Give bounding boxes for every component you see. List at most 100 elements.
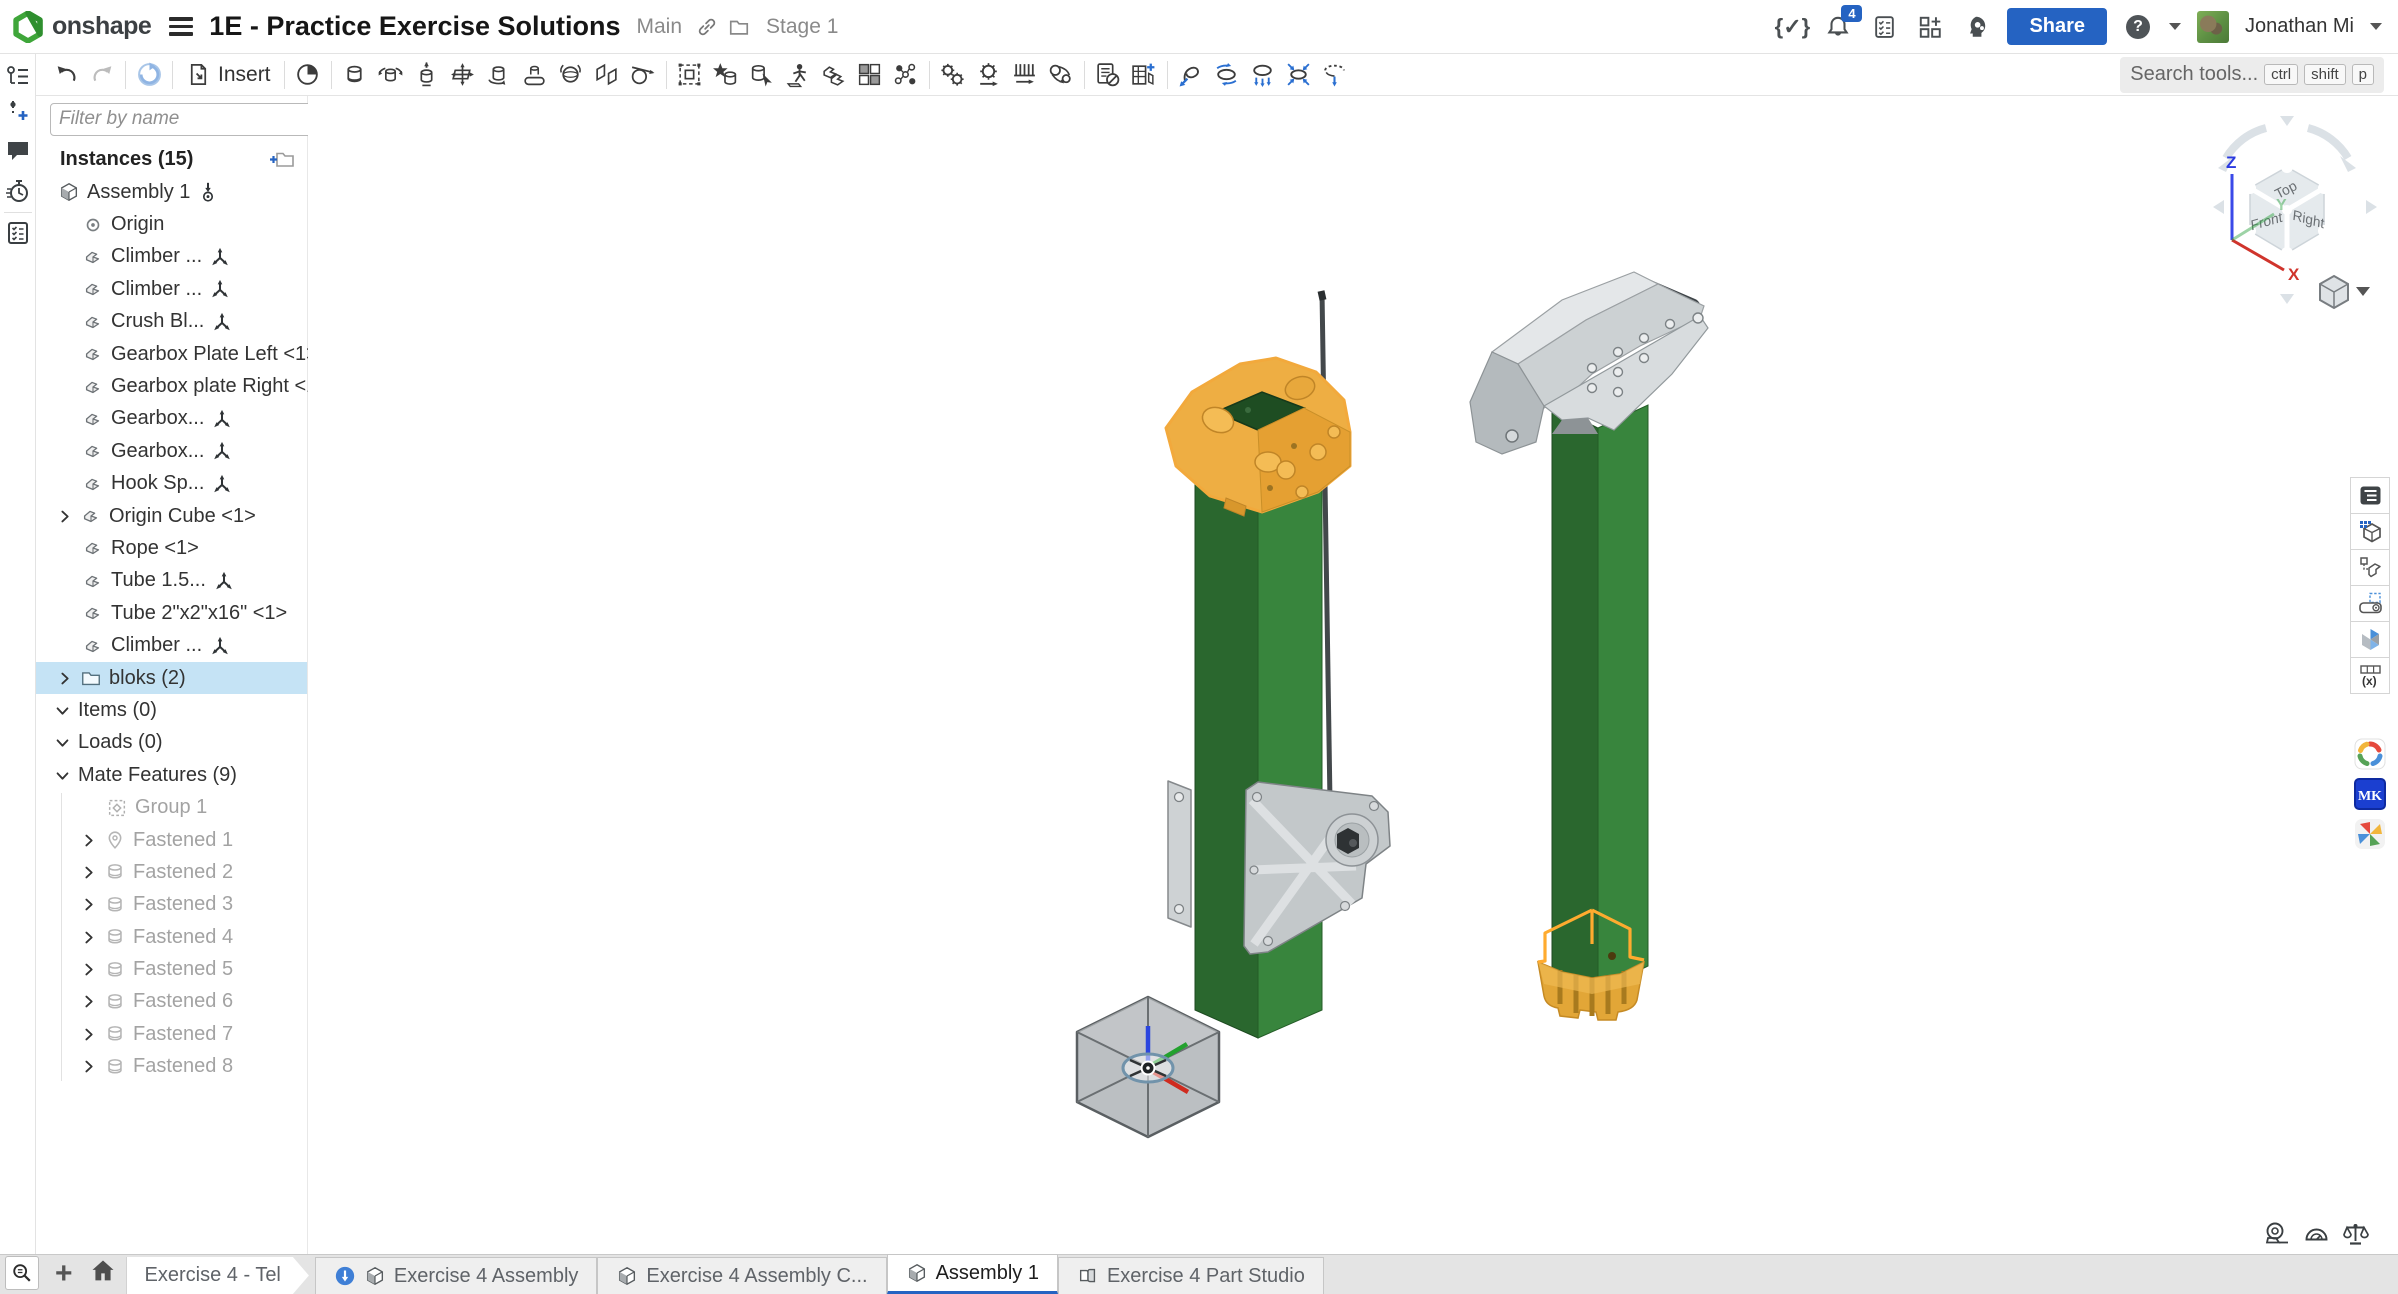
mate-feature-fastened-6[interactable]: Fastened 6 — [36, 986, 307, 1018]
protractor-icon[interactable] — [2303, 1220, 2330, 1247]
sheet-metal-panel-button[interactable] — [2350, 585, 2390, 622]
tab-assembly-1[interactable]: Assembly 1 — [887, 1254, 1058, 1294]
expand-chevron-icon[interactable] — [80, 961, 97, 978]
expand-chevron-icon[interactable] — [56, 670, 73, 687]
view-cube[interactable]: Top Front Right Z X Y — [2210, 110, 2380, 310]
slider-mate-icon[interactable] — [409, 58, 445, 92]
gear-relation-icon[interactable] — [935, 58, 971, 92]
tree-item-bloks-folder[interactable]: bloks (2) — [36, 662, 307, 694]
graphics-viewport[interactable]: Top Front Right Z X Y — [308, 96, 2398, 1254]
bom-table-icon[interactable] — [1126, 58, 1162, 92]
gearbox-plate-left[interactable] — [1168, 781, 1191, 927]
project-down-icon[interactable] — [1245, 58, 1281, 92]
planar-mate-icon[interactable] — [445, 58, 481, 92]
belt-relation-icon[interactable] — [1043, 58, 1079, 92]
app-pinwheel-panel-button[interactable] — [2350, 621, 2390, 658]
user-dropdown-caret[interactable] — [2370, 23, 2382, 30]
expand-chevron-icon[interactable] — [56, 508, 73, 525]
structure-tree-icon[interactable] — [5, 64, 31, 90]
onshape-logo[interactable]: onshape — [0, 11, 151, 43]
tape-measure-icon[interactable] — [2264, 1220, 2291, 1247]
search-tools[interactable]: Search tools... ctrl shift p — [2120, 57, 2384, 93]
mate-values-icon[interactable] — [708, 58, 744, 92]
snap-mode-icon[interactable] — [744, 58, 780, 92]
expand-chevron-icon[interactable] — [80, 864, 97, 881]
version-folder-icon[interactable] — [728, 16, 750, 38]
mate-feature-fastened-8[interactable]: Fastened 8 — [36, 1051, 307, 1083]
tree-item-gearbox-plate-right[interactable]: Gearbox plate Right <1> — [36, 370, 307, 402]
mate-feature-fastened-1[interactable]: Fastened 1 — [36, 824, 307, 856]
tree-item-hook[interactable]: Hook Sp... — [36, 468, 307, 500]
mass-properties-icon[interactable] — [2342, 1220, 2369, 1247]
mate-feature-fastened-2[interactable]: Fastened 2 — [36, 856, 307, 888]
feature-list-panel-button[interactable] — [2350, 477, 2390, 514]
mate-feature-group-1[interactable]: Group 1 — [36, 791, 307, 823]
pin-slot-mate-icon[interactable] — [517, 58, 553, 92]
add-subassembly-icon[interactable] — [269, 147, 295, 171]
tangent-mate-icon[interactable] — [625, 58, 661, 92]
section-mate-features[interactable]: Mate Features (9) — [36, 759, 307, 791]
tree-item-tube-2x2[interactable]: Tube 2"x2"x16" <1> — [36, 597, 307, 629]
tree-item-origin[interactable]: Origin — [36, 208, 307, 240]
view-mode-cube-icon[interactable] — [2320, 276, 2370, 308]
pattern-icon[interactable] — [852, 58, 888, 92]
hook[interactable] — [1470, 272, 1708, 454]
tree-item-tube-15[interactable]: Tube 1.5... — [36, 565, 307, 597]
tree-item-gearbox-plate-left[interactable]: Gearbox Plate Left <1> — [36, 338, 307, 370]
learning-center-icon[interactable] — [1961, 12, 1991, 42]
update-icon[interactable] — [131, 58, 167, 92]
tree-item-gearbox-1[interactable]: Gearbox... — [36, 403, 307, 435]
version-label[interactable]: Stage 1 — [766, 15, 838, 39]
app-icon-1[interactable] — [2350, 734, 2390, 774]
cylindrical-mate-icon[interactable] — [481, 58, 517, 92]
redo-icon[interactable] — [84, 58, 120, 92]
view-cube-body[interactable]: Top Front Right — [2244, 161, 2330, 259]
replicate-icon[interactable] — [816, 58, 852, 92]
tree-item-rope[interactable]: Rope <1> — [36, 532, 307, 564]
tree-item-origin-cube[interactable]: Origin Cube <1> — [36, 500, 307, 532]
notifications-bell-icon[interactable]: 4 — [1823, 12, 1853, 42]
revolute-mate-icon[interactable] — [373, 58, 409, 92]
link-icon[interactable] — [696, 16, 718, 38]
screw-relation-icon[interactable] — [971, 58, 1007, 92]
spread-out-icon[interactable] — [1317, 58, 1353, 92]
search-tabs-button[interactable] — [5, 1256, 39, 1290]
expand-chevron-icon[interactable] — [80, 1026, 97, 1043]
mate-feature-fastened-5[interactable]: Fastened 5 — [36, 953, 307, 985]
apps-grid-icon[interactable] — [1915, 12, 1945, 42]
group-icon[interactable] — [672, 58, 708, 92]
collapse-chevron-icon[interactable] — [54, 702, 71, 719]
tube-15[interactable] — [1552, 405, 1648, 990]
rack-relation-icon[interactable] — [1007, 58, 1043, 92]
bom-panel-button[interactable] — [2350, 513, 2390, 550]
cut-list-icon[interactable] — [5, 220, 31, 246]
workspace-label[interactable]: Main — [636, 15, 682, 39]
home-tab-button[interactable] — [85, 1257, 127, 1292]
help-icon[interactable]: ? — [2123, 12, 2153, 42]
share-button[interactable]: Share — [2007, 8, 2107, 45]
mate-feature-fastened-3[interactable]: Fastened 3 — [36, 889, 307, 921]
exploded-view-icon[interactable] — [888, 58, 924, 92]
mate-feature-fastened-7[interactable]: Fastened 7 — [36, 1018, 307, 1050]
mate-icon[interactable] — [290, 58, 326, 92]
rotate-section-icon[interactable] — [1209, 58, 1245, 92]
spline-tool-icon[interactable] — [1173, 58, 1209, 92]
follow-mode-icon[interactable] — [5, 98, 31, 124]
filter-input[interactable] — [50, 103, 315, 136]
featurescript-icon[interactable]: {✓} — [1777, 12, 1807, 42]
history-icon[interactable] — [5, 178, 31, 204]
tab-exercise-4-assembly-copy[interactable]: Exercise 4 Assembly C... — [597, 1257, 886, 1294]
collapse-chevron-icon[interactable] — [54, 767, 71, 784]
tree-item-climber-2[interactable]: Climber ... — [36, 273, 307, 305]
expand-chevron-icon[interactable] — [80, 832, 97, 849]
user-avatar[interactable] — [2197, 11, 2229, 43]
assembly-3d-scene[interactable] — [308, 96, 2398, 1254]
tab-exercise-4-part-studio[interactable]: Exercise 4 Part Studio — [1058, 1257, 1324, 1294]
tab-exercise-4-assembly[interactable]: Exercise 4 Assembly — [315, 1257, 598, 1294]
app-icon-mk[interactable]: MK — [2350, 774, 2390, 814]
tree-item-crush-block[interactable]: Crush Bl... — [36, 306, 307, 338]
section-loads[interactable]: Loads (0) — [36, 727, 307, 759]
undo-icon[interactable] — [48, 58, 84, 92]
configurations-panel-button[interactable] — [2350, 549, 2390, 586]
collapse-in-icon[interactable] — [1281, 58, 1317, 92]
